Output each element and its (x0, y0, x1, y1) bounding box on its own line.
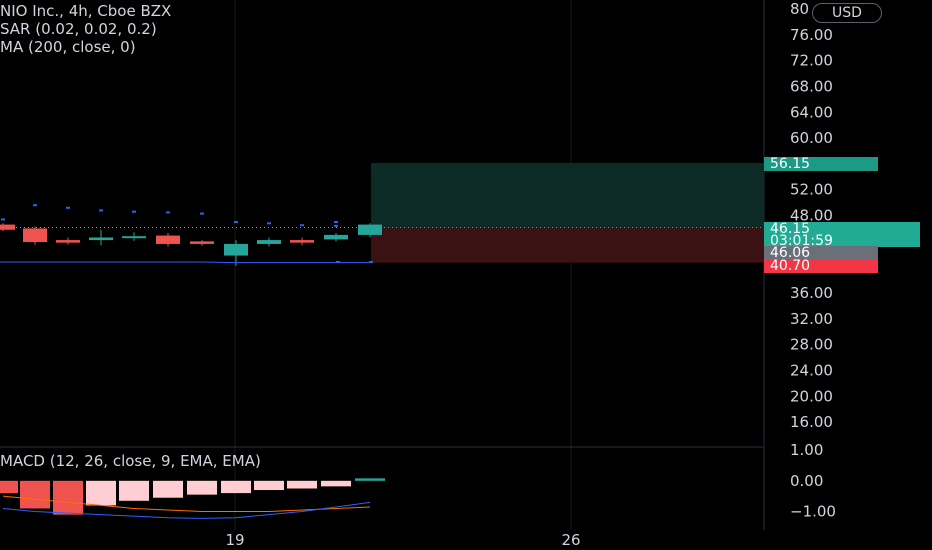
ma-line (0, 261, 370, 264)
ma-indicator-legend[interactable]: MA (200, close, 0) (0, 38, 136, 56)
price-axis-label: 64.00 (790, 103, 833, 121)
macd-histogram-bar (355, 478, 385, 481)
sar-point (234, 221, 238, 223)
price-axis-label: 16.00 (790, 413, 833, 431)
time-axis-label: 26 (561, 531, 580, 549)
macd-histogram-bar (53, 480, 83, 515)
candle-body (324, 234, 348, 240)
sar-point (66, 206, 70, 209)
sar-point (166, 211, 170, 214)
price-axis-label: 28.00 (790, 336, 833, 354)
candle-body (224, 243, 248, 256)
price-axis-label: 80 (790, 0, 809, 18)
sar-point (336, 261, 340, 264)
candle-body (156, 235, 180, 244)
macd-histogram-bar (119, 480, 149, 501)
macd-histogram-bar (287, 480, 317, 489)
macd-axis-label: 1.00 (790, 441, 823, 459)
candle-body (89, 237, 113, 241)
price-axis-label: 20.00 (790, 387, 833, 405)
macd-axis-label: 0.00 (790, 472, 823, 490)
sar-indicator-legend[interactable]: SAR (0.02, 0.02, 0.2) (0, 20, 157, 38)
price-axis-label: 32.00 (790, 310, 833, 328)
sar-point (200, 212, 204, 215)
macd-histogram-bar (221, 480, 251, 494)
symbol-legend[interactable]: NIO Inc., 4h, Cboe BZX (0, 2, 171, 20)
price-axis-label: 76.00 (790, 26, 833, 44)
macd-histogram-bar (254, 480, 284, 491)
macd-indicator-legend[interactable]: MACD (12, 26, close, 9, EMA, EMA) (0, 452, 261, 470)
candle-body (122, 236, 146, 239)
price-axis-label: 52.00 (790, 181, 833, 199)
sar-point (334, 221, 338, 223)
sar-point (1, 218, 5, 221)
macd-histogram-bar (153, 480, 183, 498)
macd-histogram-bar (187, 480, 217, 495)
macd-histogram-bar (321, 480, 351, 487)
candle-body (23, 228, 47, 243)
macd-axis-label: −1.00 (790, 503, 836, 521)
target-zone (371, 162, 764, 229)
candle-body (257, 240, 281, 244)
price-axis-label: 24.00 (790, 361, 833, 379)
target-price-tag: 56.15 (764, 157, 878, 171)
currency-button[interactable]: USD (812, 3, 882, 23)
candle-body (190, 241, 214, 244)
sar-point (132, 210, 136, 213)
sar-point (334, 224, 338, 227)
current-price-tag: 46.15 03:01:59 (764, 222, 920, 248)
candle-body (0, 224, 15, 230)
candle-body (290, 240, 314, 243)
price-axis-label: 60.00 (790, 129, 833, 147)
candle-body (56, 240, 80, 243)
macd-histogram-bar (20, 480, 50, 509)
price-axis-label: 36.00 (790, 284, 833, 302)
sar-point (369, 261, 373, 264)
stop-price-tag: 40.70 (764, 259, 878, 273)
chart-area[interactable]: 80 76.00 72.00 68.00 64.00 60.00 52.00 48.00 36.… (0, 0, 932, 550)
macd-histogram-bar (0, 480, 18, 494)
price-axis-label: 72.00 (790, 52, 833, 70)
sar-point (267, 222, 271, 225)
candle-body (358, 224, 382, 235)
price-axis-label: 68.00 (790, 77, 833, 95)
macd-histogram-bar (86, 480, 116, 506)
stop-zone (371, 228, 764, 263)
sar-point (33, 204, 37, 207)
time-axis-label: 19 (225, 531, 244, 549)
sar-point (99, 209, 103, 212)
sar-point (300, 224, 304, 227)
